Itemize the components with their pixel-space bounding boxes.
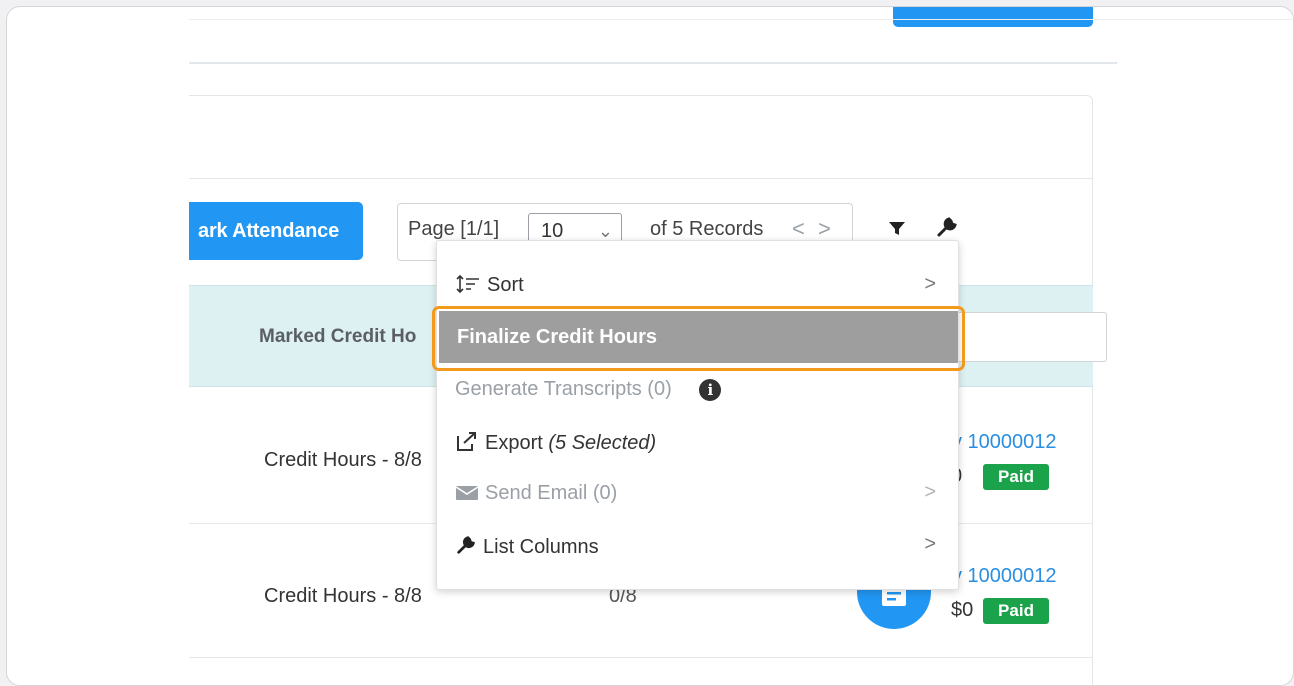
menu-item-generate-label: Generate Transcripts (0) [455,378,672,400]
next-page-button[interactable]: > [818,216,831,242]
menu-item-list-columns[interactable]: List Columns > [437,519,958,571]
invoice-amount: $0 [951,599,974,621]
sort-icon [455,274,481,300]
column-header-marked-credit-hours[interactable]: Marked Credit Ho [259,326,416,348]
menu-item-send-email-label: Send Email (0) [485,482,618,504]
page-size-value: 10 [541,220,564,242]
export-icon [455,430,479,458]
menu-item-generate-transcripts[interactable]: Generate Transcripts (0) i [437,363,958,415]
header-divider-top [189,19,1293,20]
info-icon[interactable]: i [699,379,722,401]
menu-item-sort[interactable]: Sort > [437,259,958,311]
menu-item-send-email[interactable]: Send Email (0) > [437,467,958,519]
paid-status-badge: Paid [983,464,1049,490]
wrench-icon [455,534,477,562]
card-divider [189,178,1092,179]
actions-dropdown-menu: Sort > Finalize Credit Hours Generate Tr… [436,240,959,590]
menu-item-export[interactable]: Export (5 Selected) [437,415,958,467]
previous-page-button[interactable]: < [792,216,805,242]
menu-item-list-columns-label: List Columns [483,536,599,558]
records-count: of 5 Records [650,218,764,240]
top-action-button[interactable] [893,7,1093,27]
menu-item-export-label: Export [485,432,543,454]
table-cell-credit-hours: Credit Hours - 8/8 [264,585,422,607]
row-divider [189,657,1093,658]
paid-status-badge: Paid [983,598,1049,624]
chevron-right-icon: > [924,481,936,503]
wrench-icon[interactable] [935,215,959,239]
chevron-right-icon: > [924,273,936,295]
invoice-link[interactable]: v 10000012 [952,431,1057,454]
table-cell-credit-hours: Credit Hours - 8/8 [264,449,422,471]
mark-attendance-button[interactable]: ark Attendance [189,202,363,260]
menu-item-finalize-credit-hours[interactable]: Finalize Credit Hours [439,311,958,363]
chevron-right-icon: > [924,533,936,555]
header-divider [189,62,1117,64]
menu-item-finalize-label: Finalize Credit Hours [457,326,658,348]
menu-item-export-count: (5 Selected) [548,432,657,454]
menu-item-sort-label: Sort [487,274,524,296]
filter-icon[interactable] [886,217,908,239]
envelope-icon [455,484,479,508]
page-indicator: Page [1/1] [408,218,500,240]
invoice-link[interactable]: v 10000012 [952,565,1057,588]
